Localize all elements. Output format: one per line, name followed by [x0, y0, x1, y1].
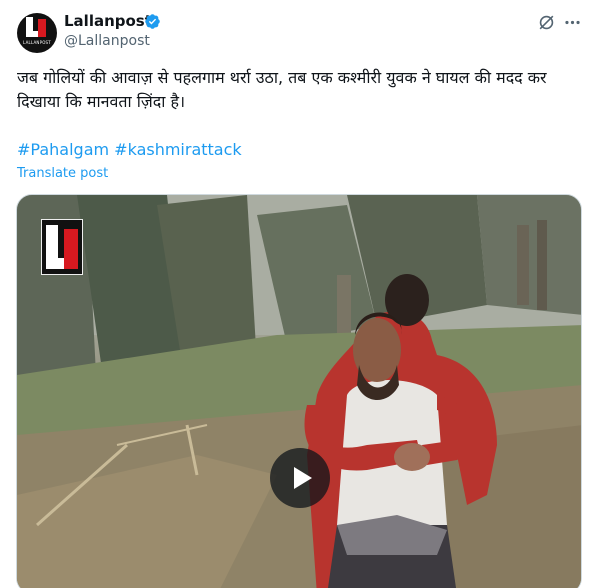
- grok-icon[interactable]: [537, 13, 556, 32]
- translate-post-link[interactable]: Translate post: [17, 166, 108, 181]
- avatar[interactable]: LALLANPOST: [17, 13, 57, 53]
- hashtag-link[interactable]: #Pahalgam: [17, 140, 109, 159]
- post-text: जब गोलियों की आवाज़ से पहलगाम थर्रा उठा,…: [17, 68, 547, 111]
- hashtag-link[interactable]: #kashmirattack: [114, 140, 242, 159]
- lallanpost-logo-icon: [26, 17, 48, 39]
- author-display-name[interactable]: Lallanpost: [64, 12, 152, 30]
- video-player[interactable]: [16, 194, 582, 588]
- channel-watermark-logo: [41, 219, 83, 275]
- author-handle[interactable]: @Lallanpost: [64, 33, 150, 49]
- video-thumbnail: [17, 195, 581, 588]
- avatar-wordmark: LALLANPOST: [23, 40, 51, 45]
- more-icon[interactable]: [563, 13, 582, 32]
- verified-badge-icon: [145, 14, 160, 29]
- hashtags: #Pahalgam #kashmirattack: [17, 140, 242, 160]
- play-button[interactable]: [270, 448, 330, 508]
- play-icon: [293, 467, 312, 489]
